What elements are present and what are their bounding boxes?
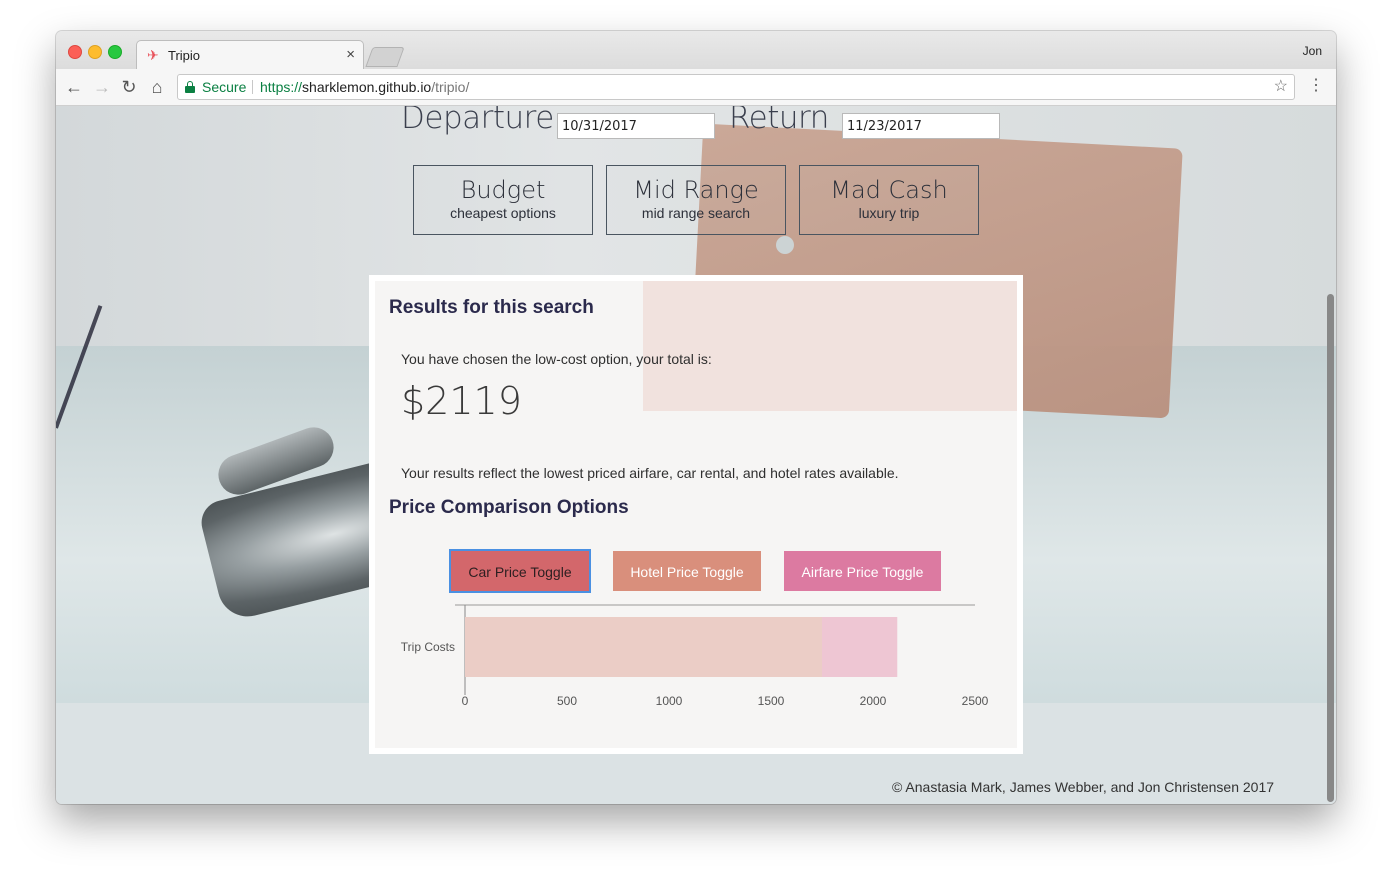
url-host: sharklemon.github.io [302, 79, 432, 95]
tier-subtitle: cheapest options [450, 205, 556, 221]
address-separator [252, 80, 253, 94]
browser-tab[interactable]: ✈ Tripio × [136, 40, 364, 71]
forward-arrow-icon[interactable]: → [91, 76, 113, 98]
new-tab-button[interactable] [365, 47, 405, 67]
tier-title: Mad Cash [830, 176, 948, 204]
mid-range-tier-button[interactable]: Mid Range mid range search [606, 165, 786, 235]
hotel-price-toggle-button[interactable]: Hotel Price Toggle [613, 551, 761, 591]
budget-tier-button[interactable]: Budget cheapest options [413, 165, 593, 235]
return-label: Return . [729, 106, 848, 136]
airplane-favicon-icon: ✈ [147, 47, 159, 63]
page-viewport: Departure . Return . Budget cheapest opt… [56, 106, 1336, 804]
departure-label: Departure . [401, 106, 573, 136]
date-search-row: Departure . Return . [56, 106, 1336, 146]
results-panel: Results for this search You have chosen … [369, 275, 1023, 754]
address-bar[interactable]: Secure https://sharklemon.github.io/trip… [177, 74, 1295, 100]
profile-name[interactable]: Jon [1303, 44, 1322, 58]
return-date-input[interactable] [842, 113, 1000, 139]
close-window-button[interactable] [68, 45, 82, 59]
departure-date-input[interactable] [557, 113, 715, 139]
total-price: $2119 [401, 379, 522, 423]
x-tick-label: 2000 [860, 694, 887, 708]
secure-label: Secure [202, 79, 247, 95]
results-title: Results for this search [389, 297, 594, 318]
back-arrow-icon[interactable]: ← [63, 76, 85, 98]
results-note: Your results reflect the lowest priced a… [401, 465, 899, 481]
category-label: Trip Costs [401, 640, 455, 654]
footer-credit: © Anastasia Mark, James Webber, and Jon … [892, 779, 1275, 795]
bookmark-star-icon[interactable]: ☆ [1274, 75, 1288, 99]
url-text: https://sharklemon.github.io/tripio/ [260, 75, 469, 99]
x-tick-label: 500 [557, 694, 577, 708]
comparison-title: Price Comparison Options [389, 497, 629, 518]
x-tick-label: 1000 [656, 694, 683, 708]
browser-toolbar: ← → ↻ ⌂ Secure https://sharklemon.github… [56, 69, 1336, 106]
lock-icon [185, 81, 195, 93]
tier-subtitle: mid range search [641, 205, 751, 221]
home-icon[interactable]: ⌂ [146, 76, 168, 98]
car-price-toggle-button[interactable]: Car Price Toggle [449, 549, 591, 593]
mad-cash-tier-button[interactable]: Mad Cash luxury trip [799, 165, 979, 235]
tier-title: Mid Range [633, 176, 759, 204]
tier-title: Budget [460, 176, 546, 204]
airfare-price-toggle-button[interactable]: Airfare Price Toggle [784, 551, 941, 591]
chosen-option-text: You have chosen the low-cost option, you… [401, 351, 712, 367]
results-panel-body: Results for this search You have chosen … [375, 281, 1017, 748]
tab-title: Tripio [168, 48, 201, 63]
x-tick-label: 0 [462, 694, 469, 708]
trip-cost-chart: Trip Costs 0 500 1000 1500 2000 2500 [401, 604, 989, 708]
browser-menu-icon[interactable]: ⋮ [1308, 76, 1324, 96]
browser-window: ✈ Tripio × Jon ← → ↻ ⌂ Secure https://sh… [56, 31, 1336, 804]
bar-segment [822, 617, 898, 677]
url-path: /tripio/ [431, 79, 470, 95]
x-tick-label: 2500 [962, 694, 989, 708]
url-scheme: https:// [260, 79, 303, 95]
minimize-window-button[interactable] [88, 45, 102, 59]
tab-bar: ✈ Tripio × Jon [56, 31, 1336, 71]
bar-segment [465, 617, 822, 677]
tier-subtitle: luxury trip [858, 205, 920, 221]
close-tab-icon[interactable]: × [346, 46, 355, 64]
x-tick-label: 1500 [758, 694, 785, 708]
page-scrollbar[interactable] [1327, 294, 1334, 802]
maximize-window-button[interactable] [108, 45, 122, 59]
reload-icon[interactable]: ↻ [118, 76, 140, 98]
